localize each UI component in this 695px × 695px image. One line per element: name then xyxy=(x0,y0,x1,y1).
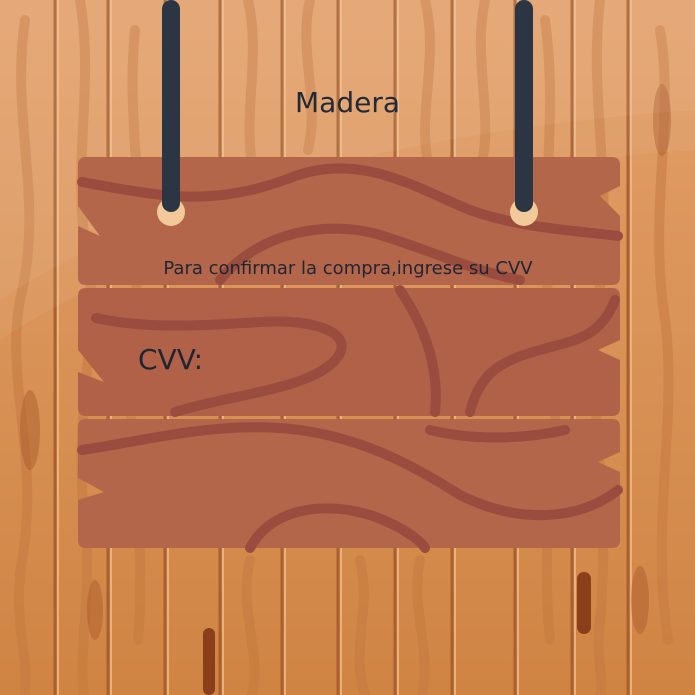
cvv-prompt-text: Para confirmar la compra,ingrese su CVV xyxy=(163,258,533,279)
cvv-label: CVV: xyxy=(138,343,204,376)
page-title: Madera xyxy=(295,86,400,119)
cvv-input[interactable] xyxy=(212,342,400,378)
